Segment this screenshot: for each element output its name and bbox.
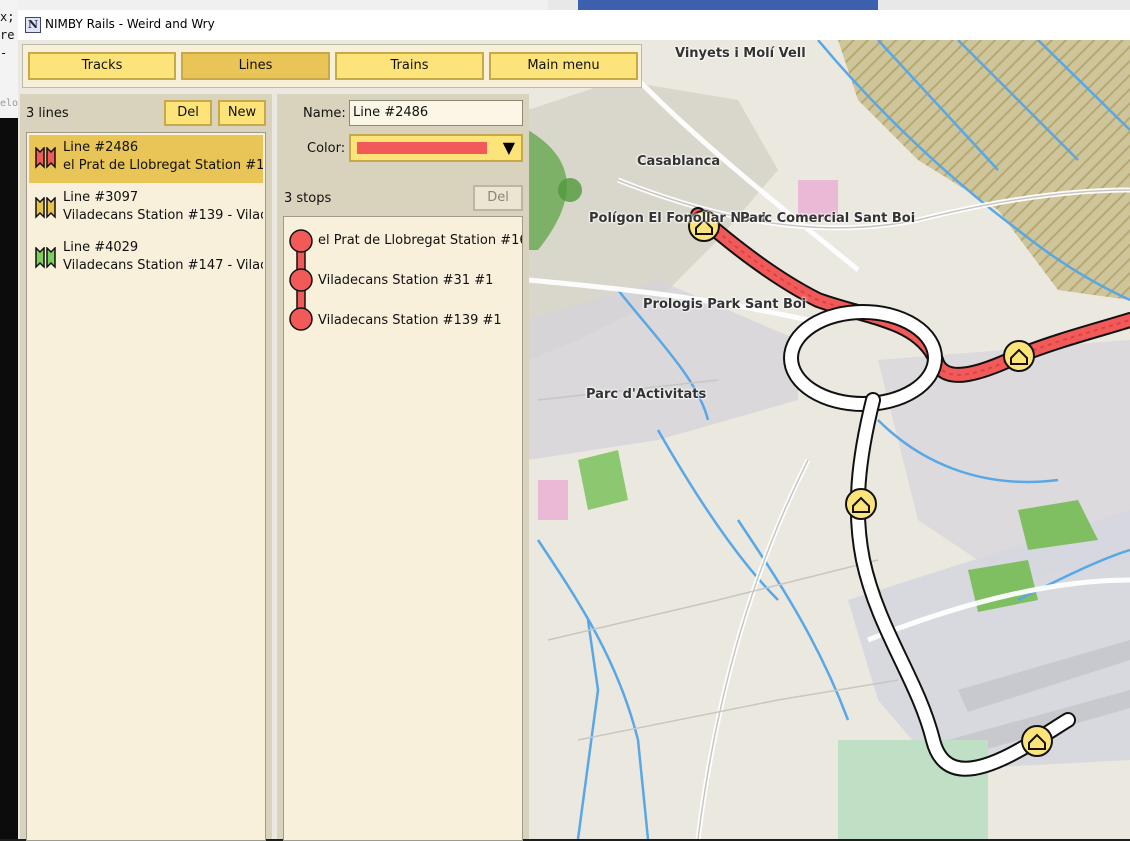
name-label: Name: [303, 106, 346, 121]
new-line-button[interactable]: New [218, 100, 266, 126]
color-label: Color: [307, 141, 346, 156]
line-editor-panel: Name: Line #2486 Color: ▼ 3 stops Del el… [277, 94, 529, 841]
main-menu-button[interactable]: Main menu [489, 52, 638, 80]
map-label: Parc d'Activitats [586, 387, 707, 402]
map-label: Prologis Park Sant Boi [643, 297, 807, 312]
line-color-select[interactable]: ▼ [349, 134, 523, 162]
delete-stop-button[interactable]: Del [473, 185, 523, 211]
background-window-edge [548, 0, 1130, 10]
stops-list[interactable]: el Prat de Llobregat Station #163 #1 Vil… [283, 216, 523, 841]
tracks-button[interactable]: Tracks [28, 52, 176, 80]
station-icon[interactable] [845, 488, 877, 520]
lines-button[interactable]: Lines [181, 52, 330, 80]
line-flag-icon [35, 197, 56, 219]
line-route: Viladecans Station #147 - Viladecans Sta… [63, 258, 263, 273]
background-code-text: - [0, 46, 8, 60]
list-item[interactable]: Line #2486 el Prat de Llobregat Station … [29, 135, 263, 183]
stop-item[interactable]: el Prat de Llobregat Station #163 #1 [318, 233, 522, 248]
app-icon: N [25, 17, 41, 33]
stop-item[interactable]: Viladecans Station #139 #1 [318, 313, 502, 328]
background-code-text: x; [0, 10, 15, 24]
background-terminal: x; re - elo [0, 0, 18, 839]
app-window: N NIMBY Rails - Weird and Wry Vinyets i … [18, 10, 1130, 841]
line-name-input[interactable]: Line #2486 [349, 100, 523, 126]
list-item[interactable]: Line #4029 Viladecans Station #147 - Vil… [29, 235, 263, 283]
map-label: Vinyets i Molí Vell [675, 46, 806, 61]
line-name: Line #3097 [63, 190, 139, 205]
lines-panel: 3 lines Del New Line #2486 el Prat de Ll… [20, 94, 272, 841]
stops-count-label: 3 stops [284, 191, 332, 206]
list-item[interactable]: Line #3097 Viladecans Station #139 - Vil… [29, 185, 263, 233]
window-title: NIMBY Rails - Weird and Wry [45, 17, 215, 31]
stops-route-icon [289, 229, 313, 331]
line-flag-icon [35, 247, 56, 269]
station-icon[interactable] [1003, 340, 1035, 372]
line-route: el Prat de Llobregat Station #163 - Vila… [63, 158, 263, 173]
delete-line-button[interactable]: Del [164, 100, 212, 126]
background-window-titlebar [578, 0, 878, 10]
map-label: Parc Comercial Sant Boi [740, 211, 916, 226]
background-terminal-dark [0, 118, 18, 839]
lines-list[interactable]: Line #2486 el Prat de Llobregat Station … [26, 132, 266, 841]
line-name: Line #2486 [63, 140, 139, 155]
lines-count-label: 3 lines [26, 106, 69, 121]
line-route: Viladecans Station #139 - Viladecans Sta… [63, 208, 263, 223]
map-label: Casablanca [637, 154, 721, 169]
station-icon[interactable] [1021, 725, 1053, 757]
background-code-text: elo [0, 98, 18, 109]
line-name: Line #4029 [63, 240, 139, 255]
stop-item[interactable]: Viladecans Station #31 #1 [318, 273, 493, 288]
line-flag-icon [35, 147, 56, 169]
title-bar: N NIMBY Rails - Weird and Wry [18, 10, 1130, 40]
background-code-text: re [0, 28, 15, 42]
trains-button[interactable]: Trains [335, 52, 484, 80]
dropdown-arrow-icon: ▼ [502, 138, 515, 157]
color-swatch [357, 142, 487, 154]
